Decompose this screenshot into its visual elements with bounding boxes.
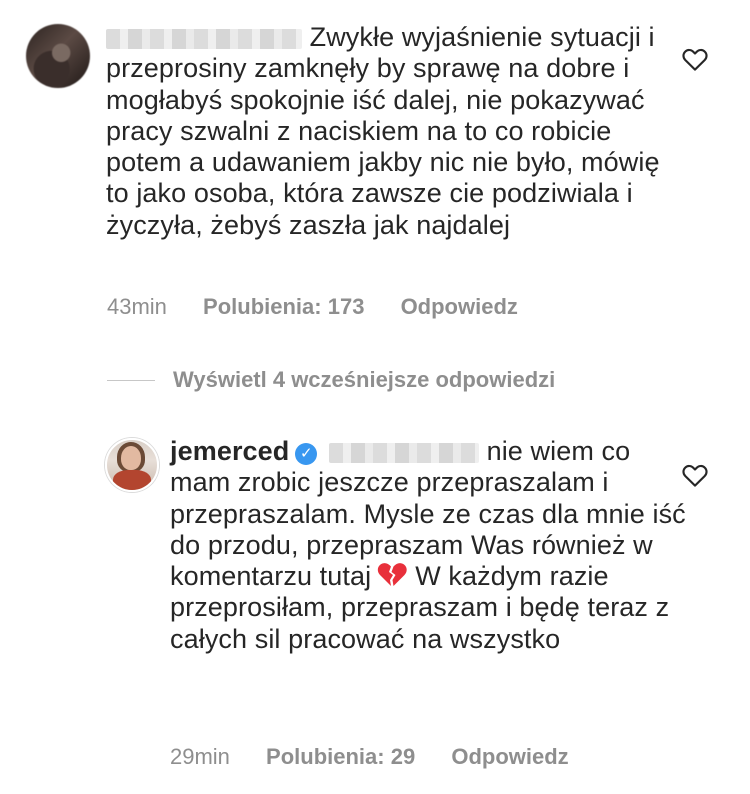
redacted-mention[interactable] xyxy=(328,442,479,463)
avatar[interactable] xyxy=(105,438,159,492)
timestamp: 43min xyxy=(107,294,167,319)
broken-heart-emoji xyxy=(377,561,407,588)
view-earlier-replies-button[interactable]: Wyświetl 4 wcześniejsze odpowiedzi xyxy=(107,366,555,394)
reply-button[interactable]: Odpowiedz xyxy=(401,294,518,319)
verified-badge-icon: ✓ xyxy=(295,443,318,465)
comment-meta: 29min Polubienia: 29 Odpowiedz xyxy=(170,744,599,770)
view-replies-label: Wyświetl 4 wcześniejsze odpowiedzi xyxy=(173,367,556,392)
likes-count-link[interactable]: Polubienia: 29 xyxy=(266,744,415,769)
comment-text: jemerced ✓ nie wiem co mam zrobic jeszcze… xyxy=(170,436,690,655)
reply-button[interactable]: Odpowiedz xyxy=(451,744,568,769)
heart-outline-icon[interactable] xyxy=(680,44,710,74)
comment-meta: 43min Polubienia: 173 Odpowiedz xyxy=(107,294,548,320)
comment-body: Zwykłe wyjaśnienie sytuacji i przeprosin… xyxy=(106,22,660,240)
heart-outline-icon[interactable] xyxy=(680,460,710,490)
divider-line xyxy=(107,379,155,381)
timestamp: 29min xyxy=(170,744,230,769)
comment-text: Zwykłe wyjaśnienie sytuacji i przeprosin… xyxy=(106,22,666,241)
avatar[interactable] xyxy=(26,24,90,88)
username-link[interactable]: jemerced xyxy=(170,436,289,466)
likes-count-link[interactable]: Polubienia: 173 xyxy=(203,294,364,319)
redacted-username[interactable] xyxy=(106,28,302,49)
